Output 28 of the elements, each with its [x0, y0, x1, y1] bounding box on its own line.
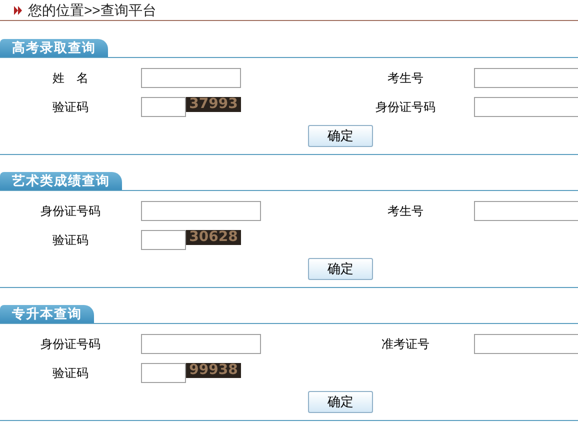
submit-button[interactable]: 确定	[308, 258, 373, 280]
field-label: 考生号	[388, 70, 424, 86]
captcha-field[interactable]	[141, 362, 186, 382]
captcha-field[interactable]	[141, 96, 186, 116]
input-field[interactable]	[141, 334, 261, 354]
field-label: 验证码	[52, 232, 88, 248]
field-label: 身份证号码	[376, 98, 436, 116]
captcha-code: 99938	[186, 362, 241, 378]
captcha-code: 30628	[186, 230, 241, 244]
breadcrumb: 您的位置>>查询平台	[28, 0, 156, 20]
input-field[interactable]	[474, 96, 578, 116]
field-label: 姓 名	[52, 70, 88, 86]
submit-button[interactable]: 确定	[308, 390, 373, 412]
field-label: 身份证号码	[40, 202, 100, 220]
chevron-icon	[14, 6, 23, 14]
field-label: 考生号	[388, 202, 424, 220]
field-label: 身份证号码	[40, 336, 100, 352]
captcha-code: 37993	[186, 96, 241, 112]
input-field[interactable]	[141, 200, 261, 220]
submit-button[interactable]: 确定	[308, 124, 373, 146]
input-field[interactable]	[474, 200, 578, 220]
captcha-field[interactable]	[141, 230, 186, 250]
field-label: 准考证号	[382, 336, 430, 352]
field-label: 验证码	[52, 98, 88, 116]
input-field[interactable]	[474, 334, 578, 354]
field-label: 验证码	[52, 364, 88, 382]
input-field[interactable]	[474, 68, 578, 88]
input-field[interactable]	[141, 68, 241, 88]
